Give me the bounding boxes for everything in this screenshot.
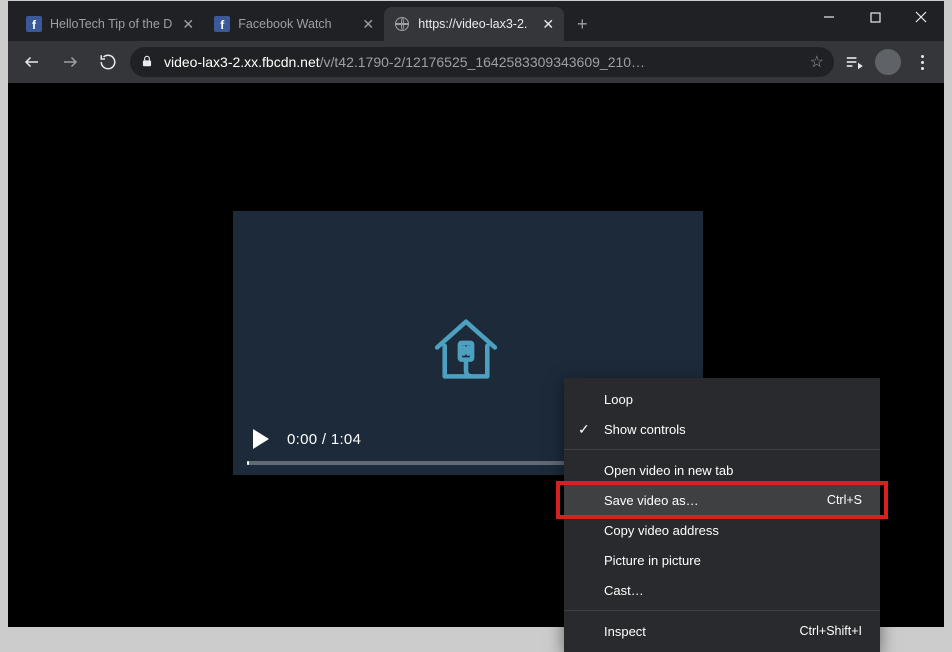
titlebar: f HelloTech Tip of the D ✕ f Facebook Wa… [8, 1, 944, 41]
menu-loop[interactable]: Loop [564, 384, 880, 414]
house-plug-icon [428, 311, 504, 387]
tab-label: Facebook Watch [238, 17, 352, 31]
close-icon[interactable]: ✕ [540, 16, 556, 32]
media-control-icon[interactable] [840, 48, 868, 76]
tab-facebook-watch[interactable]: f Facebook Watch ✕ [204, 7, 384, 41]
menu-label: Loop [604, 392, 633, 407]
menu-label: Open video in new tab [604, 463, 733, 478]
bookmark-star-icon[interactable]: ☆ [810, 52, 824, 72]
tab-label: HelloTech Tip of the D [50, 17, 172, 31]
time-display: 0:00 / 1:04 [287, 431, 361, 448]
menu-separator [564, 449, 880, 450]
menu-shortcut: Ctrl+Shift+I [799, 624, 862, 638]
menu-shortcut: Ctrl+S [827, 493, 862, 507]
page-content: 0:00 / 1:04 Loop ✓ Show controls Open vi… [8, 83, 944, 627]
close-icon[interactable]: ✕ [360, 16, 376, 32]
menu-label: Cast… [604, 583, 644, 598]
minimize-button[interactable] [806, 1, 852, 33]
menu-inspect[interactable]: Inspect Ctrl+Shift+I [564, 616, 880, 646]
maximize-button[interactable] [852, 1, 898, 33]
check-icon: ✓ [578, 421, 590, 438]
forward-button[interactable] [54, 46, 86, 78]
duration: 1:04 [331, 431, 361, 448]
menu-label: Copy video address [604, 523, 719, 538]
menu-button[interactable] [908, 48, 936, 76]
menu-save-video-as[interactable]: Save video as… Ctrl+S [564, 485, 880, 515]
close-icon[interactable]: ✕ [180, 16, 196, 32]
menu-label: Show controls [604, 422, 686, 437]
menu-open-new-tab[interactable]: Open video in new tab [564, 455, 880, 485]
menu-show-controls[interactable]: ✓ Show controls [564, 414, 880, 444]
window-controls [806, 1, 944, 33]
menu-copy-address[interactable]: Copy video address [564, 515, 880, 545]
browser-window: f HelloTech Tip of the D ✕ f Facebook Wa… [8, 1, 944, 627]
address-bar[interactable]: video-lax3-2.xx.fbcdn.net/v/t42.1790-2/1… [130, 47, 834, 77]
menu-separator [564, 610, 880, 611]
reload-button[interactable] [92, 46, 124, 78]
current-time: 0:00 [287, 431, 317, 448]
facebook-favicon-icon: f [214, 16, 230, 32]
menu-picture-in-picture[interactable]: Picture in picture [564, 545, 880, 575]
tab-hellotech[interactable]: f HelloTech Tip of the D ✕ [16, 7, 204, 41]
back-button[interactable] [16, 46, 48, 78]
url-text: video-lax3-2.xx.fbcdn.net/v/t42.1790-2/1… [164, 54, 800, 70]
progress-fill [247, 461, 249, 465]
menu-label: Picture in picture [604, 553, 701, 568]
globe-favicon-icon [394, 16, 410, 32]
lock-icon [140, 54, 154, 71]
profile-avatar[interactable] [874, 48, 902, 76]
play-button-icon[interactable] [253, 429, 269, 449]
menu-cast[interactable]: Cast… [564, 575, 880, 605]
tab-label: https://video-lax3-2. [418, 17, 532, 31]
new-tab-button[interactable]: + [568, 10, 596, 38]
toolbar: video-lax3-2.xx.fbcdn.net/v/t42.1790-2/1… [8, 41, 944, 83]
menu-label: Inspect [604, 624, 646, 639]
url-host: video-lax3-2.xx.fbcdn.net [164, 54, 320, 70]
video-context-menu: Loop ✓ Show controls Open video in new t… [564, 378, 880, 652]
tab-strip: f HelloTech Tip of the D ✕ f Facebook Wa… [16, 7, 596, 41]
tab-video[interactable]: https://video-lax3-2. ✕ [384, 7, 564, 41]
url-path: /v/t42.1790-2/12176525_1642583309343609_… [320, 54, 645, 70]
menu-label: Save video as… [604, 493, 699, 508]
close-window-button[interactable] [898, 1, 944, 33]
facebook-favicon-icon: f [26, 16, 42, 32]
